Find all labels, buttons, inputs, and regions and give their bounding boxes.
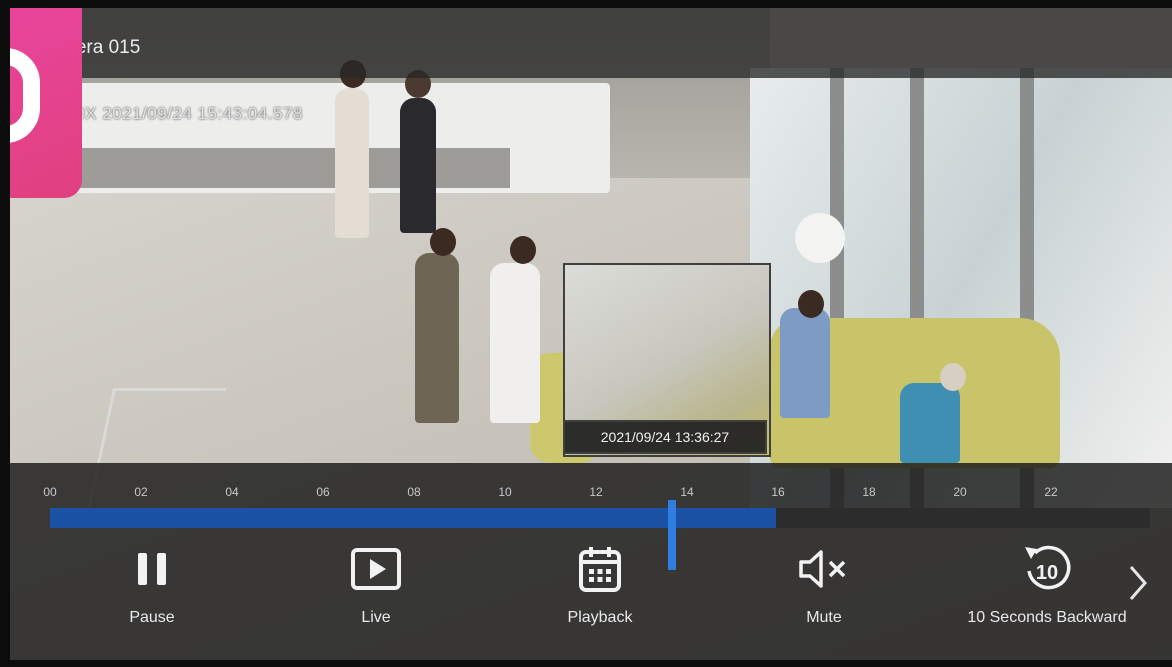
person-head [430,228,456,256]
timeline-tick: 02 [134,485,148,499]
live-label: Live [361,609,391,626]
pause-label: Pause [129,609,175,626]
camera-title-bar: mera 015 [10,8,1172,78]
next-controls-button[interactable] [1125,563,1153,603]
pause-button[interactable]: Pause [52,543,252,627]
playback-button[interactable]: Playback [500,543,700,627]
timeline-tick: 16 [771,485,785,499]
timeline-tick: 08 [407,485,421,499]
timeline-tick: 04 [225,485,239,499]
rewind-10-button[interactable]: 10 10 Seconds Backward [937,543,1157,627]
timeline-tick: 20 [953,485,967,499]
pause-icon [52,543,252,595]
person-figure [900,383,960,463]
person-figure [490,263,540,423]
chevron-right-icon [1129,566,1147,600]
mute-button[interactable]: Mute [724,543,924,627]
playback-controls: 00 02 04 06 08 10 12 14 16 18 20 22 Paus… [10,463,1172,660]
timeline-tick: 22 [1044,485,1058,499]
timeline-tick: 00 [43,485,57,499]
timeline-tick: 06 [316,485,330,499]
rewind-10-icon: 10 [937,543,1157,595]
timeline-tick: 10 [498,485,512,499]
thumbnail-timestamp: 2021/09/24 13:36:27 [563,420,767,454]
rewind-10-badge: 10 [1036,562,1058,584]
mute-icon [724,543,924,595]
mute-label: Mute [806,609,842,626]
person-head [940,363,966,391]
calendar-icon [500,543,700,595]
timeline-track[interactable] [50,500,1150,570]
rewind-10-label: 10 Seconds Backward [967,609,1127,626]
osd-timestamp: .0X 2021/09/24 15:43:04.578 [70,104,303,123]
app-logo [10,8,82,198]
person-figure [335,88,369,238]
live-button[interactable]: Live [276,543,476,627]
timeline-tick: 14 [680,485,694,499]
person-figure [400,98,436,233]
reception-desk-front [80,148,510,188]
live-icon [276,543,476,595]
person-figure [415,253,459,423]
lamp [795,213,845,263]
video-viewport[interactable]: mera 015 .0X 2021/09/24 15:43:04.578 202… [10,8,1172,660]
person-head [798,290,824,318]
person-head [510,236,536,264]
timeline-tick: 18 [862,485,876,499]
timeline-tick: 12 [589,485,603,499]
app-logo-glyph [10,48,40,143]
playback-label: Playback [567,609,633,626]
person-figure [780,308,830,418]
